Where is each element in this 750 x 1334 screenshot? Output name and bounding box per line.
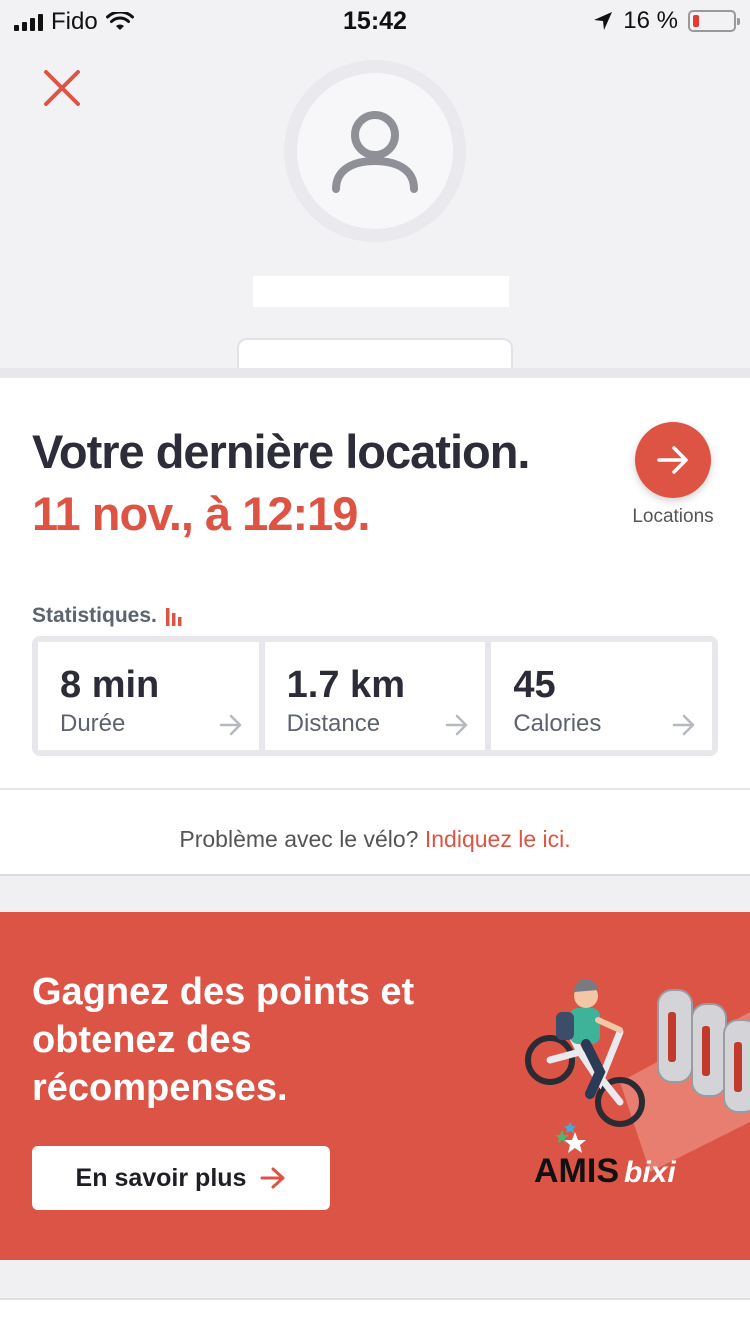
status-right: 16 % [593,7,740,35]
problem-text: Problème avec le vélo? [179,826,419,852]
divider [0,788,750,790]
stat-distance[interactable]: 1.7 km Distance [264,642,486,750]
avatar[interactable] [284,60,466,242]
report-problem: Problème avec le vélo? Indiquez le ici. [0,826,750,853]
rewards-banner: Gagnez des points et obtenez des récompe… [0,912,750,1260]
last-rental-card: Votre dernière location. 11 nov., à 12:1… [0,368,750,874]
section-separator [0,874,750,912]
stat-value: 45 [513,664,556,706]
stats-title: Statistiques. [32,604,183,628]
stat-label: Calories [513,710,602,737]
promo-title: Gagnez des points et obtenez des récompe… [32,971,415,1109]
arrow-right-icon [672,714,695,736]
brand-amis: AMIS [534,1152,619,1190]
arrow-right-icon [657,446,688,474]
stats-title-text: Statistiques. [32,604,157,627]
next-section-card [0,1298,750,1334]
stats-box: 8 min Durée 1.7 km Distance 45 Calories [32,636,718,756]
cyclist-illustration: AMIS bixi [525,978,750,1190]
learn-more-button[interactable]: En savoir plus [32,1146,330,1210]
rental-date: 11 nov., à 12:19. [32,487,370,540]
learn-more-label: En savoir plus [75,1163,247,1192]
stat-duration[interactable]: 8 min Durée [38,642,259,750]
stat-label: Durée [60,710,126,737]
battery-percent: 16 % [623,7,678,34]
close-icon [44,70,80,106]
brand-bixi: bixi [624,1156,676,1189]
avatar-inner [297,73,453,229]
bar-chart-icon [165,608,182,626]
location-arrow-icon [594,12,613,30]
locations-button[interactable] [635,422,711,498]
status-bar: Fido 15:42 16 % [0,0,750,40]
stat-value: 1.7 km [286,664,405,706]
stat-calories[interactable]: 45 Calories [491,642,713,750]
close-button[interactable] [40,66,84,110]
battery-icon [688,10,740,32]
user-name [253,276,509,307]
stat-value: 8 min [60,664,160,706]
arrow-right-icon [219,714,241,736]
battery-level [693,15,699,27]
person-icon [332,111,418,193]
report-problem-link[interactable]: Indiquez le ici. [425,826,571,852]
stat-label: Distance [286,710,381,737]
arrow-right-icon [260,1167,285,1189]
arrow-right-icon [446,714,468,736]
rental-title: Votre dernière location. [32,425,530,478]
locations-label[interactable]: Locations [610,506,736,528]
